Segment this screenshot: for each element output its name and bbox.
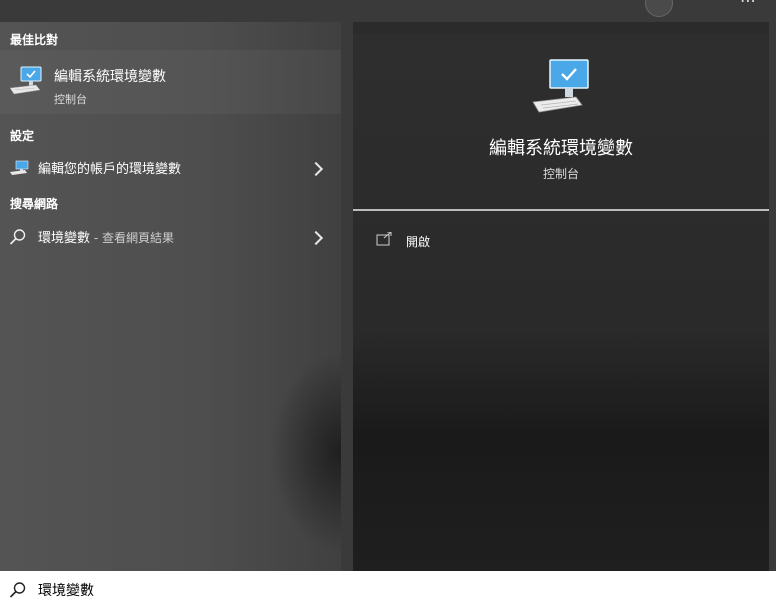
web-result-label: 環境變數 - 查看網頁結果 <box>38 227 174 246</box>
best-match-title: 編輯系統環境變數 <box>54 69 166 85</box>
search-bar <box>0 571 776 608</box>
search-input[interactable] <box>38 579 738 601</box>
preview-separator <box>353 209 769 211</box>
control-panel-computer-icon <box>9 66 42 95</box>
best-match-header: 最佳比對 <box>10 33 59 47</box>
more-options-icon[interactable]: ⋯ <box>740 0 756 10</box>
panel-divider <box>341 22 353 571</box>
settings-header: 設定 <box>10 129 35 143</box>
web-result-item[interactable]: 環境變數 - 查看網頁結果 <box>0 227 341 249</box>
settings-result-item[interactable]: 編輯您的帳戶的環境變數 <box>0 158 341 180</box>
web-result-suffix: - 查看網頁結果 <box>90 231 174 245</box>
settings-computer-icon <box>10 160 29 175</box>
best-match-item[interactable]: 編輯系統環境變數 控制台 <box>0 50 341 114</box>
preview-title: 編輯系統環境變數 <box>489 138 633 159</box>
chevron-right-icon <box>308 161 324 177</box>
open-icon <box>376 232 392 246</box>
open-action[interactable]: 開啟 <box>376 230 576 250</box>
control-panel-computer-icon <box>532 59 589 113</box>
best-match-subtitle: 控制台 <box>54 93 87 106</box>
web-result-query: 環境變數 <box>38 231 91 246</box>
account-button[interactable] <box>645 0 673 17</box>
web-header: 搜尋網路 <box>10 197 59 211</box>
top-bar-partial-text: ≡ <box>20 0 31 5</box>
preview-subtitle: 控制台 <box>542 167 579 181</box>
chevron-right-icon <box>308 230 324 246</box>
open-label: 開啟 <box>406 235 431 249</box>
top-bar: ≡ ⋯ <box>0 0 776 22</box>
search-icon <box>9 229 26 245</box>
preview-panel <box>353 34 769 571</box>
window-edge <box>769 22 776 571</box>
settings-result-label: 編輯您的帳戶的環境變數 <box>38 162 182 177</box>
search-icon <box>9 582 26 598</box>
